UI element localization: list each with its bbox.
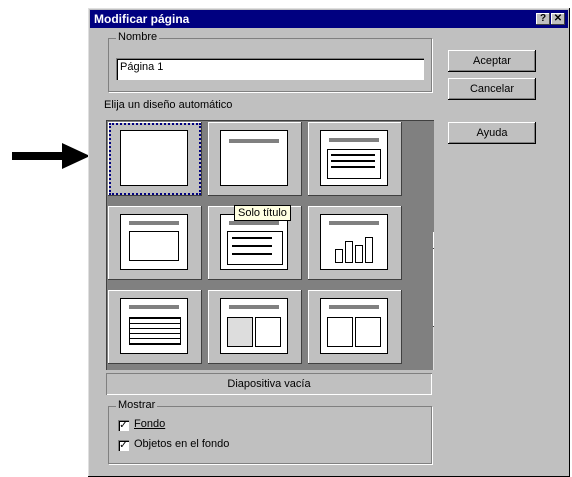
layout-clipart-text[interactable] (208, 290, 302, 364)
chart-slide-icon (320, 214, 388, 270)
gallery-scrollbar[interactable]: ▲ ▼ (433, 232, 434, 370)
layout-two-columns[interactable] (308, 290, 402, 364)
blank-slide-icon (120, 130, 188, 186)
title-text-slide-icon (320, 130, 388, 186)
title-only-slide-icon (220, 130, 288, 186)
scroll-up-arrow-icon[interactable]: ▲ (433, 232, 434, 249)
pointer-arrow-icon (12, 143, 90, 169)
two-columns-slide-icon (320, 298, 388, 354)
layout-title-table[interactable] (108, 290, 202, 364)
dialog-titlebar: Modificar página ? ✕ (90, 10, 568, 28)
table-slide-icon (120, 298, 188, 354)
layout-title-chart[interactable] (308, 206, 402, 280)
title-bullets-slide-icon (220, 214, 288, 270)
page-name-input[interactable]: Página 1 (116, 58, 424, 80)
layout-gallery: ▲ ▼ (106, 120, 434, 370)
cancel-button[interactable]: Cancelar (448, 78, 536, 100)
show-legend: Mostrar (116, 399, 158, 411)
layout-description: Diapositiva vacía (106, 373, 432, 395)
modify-page-dialog: Modificar página ? ✕ Nombre Página 1 Eli… (88, 8, 570, 477)
background-label: Fondo (134, 418, 166, 430)
dialog-title: Modificar página (94, 12, 190, 26)
layout-title-content[interactable] (108, 206, 202, 280)
scroll-thumb[interactable] (433, 249, 434, 327)
layout-label: Elija un diseño automático (104, 99, 233, 111)
name-legend: Nombre (116, 31, 160, 43)
layout-title-only[interactable] (208, 122, 302, 196)
title-content-slide-icon (120, 214, 188, 270)
accept-button[interactable]: Aceptar (448, 50, 536, 72)
help-button[interactable]: Ayuda (448, 122, 536, 144)
background-objects-label: Objetos en el fondo (134, 438, 230, 450)
close-button[interactable]: ✕ (551, 13, 565, 25)
layout-title-text[interactable] (308, 122, 402, 196)
layout-blank[interactable] (108, 122, 202, 196)
help-title-button[interactable]: ? (536, 13, 550, 25)
background-checkbox[interactable]: ✓ (118, 420, 129, 431)
clipart-slide-icon (220, 298, 288, 354)
layout-tooltip: Solo título (234, 205, 291, 221)
show-group (108, 406, 432, 464)
background-objects-checkbox[interactable]: ✓ (118, 440, 129, 451)
